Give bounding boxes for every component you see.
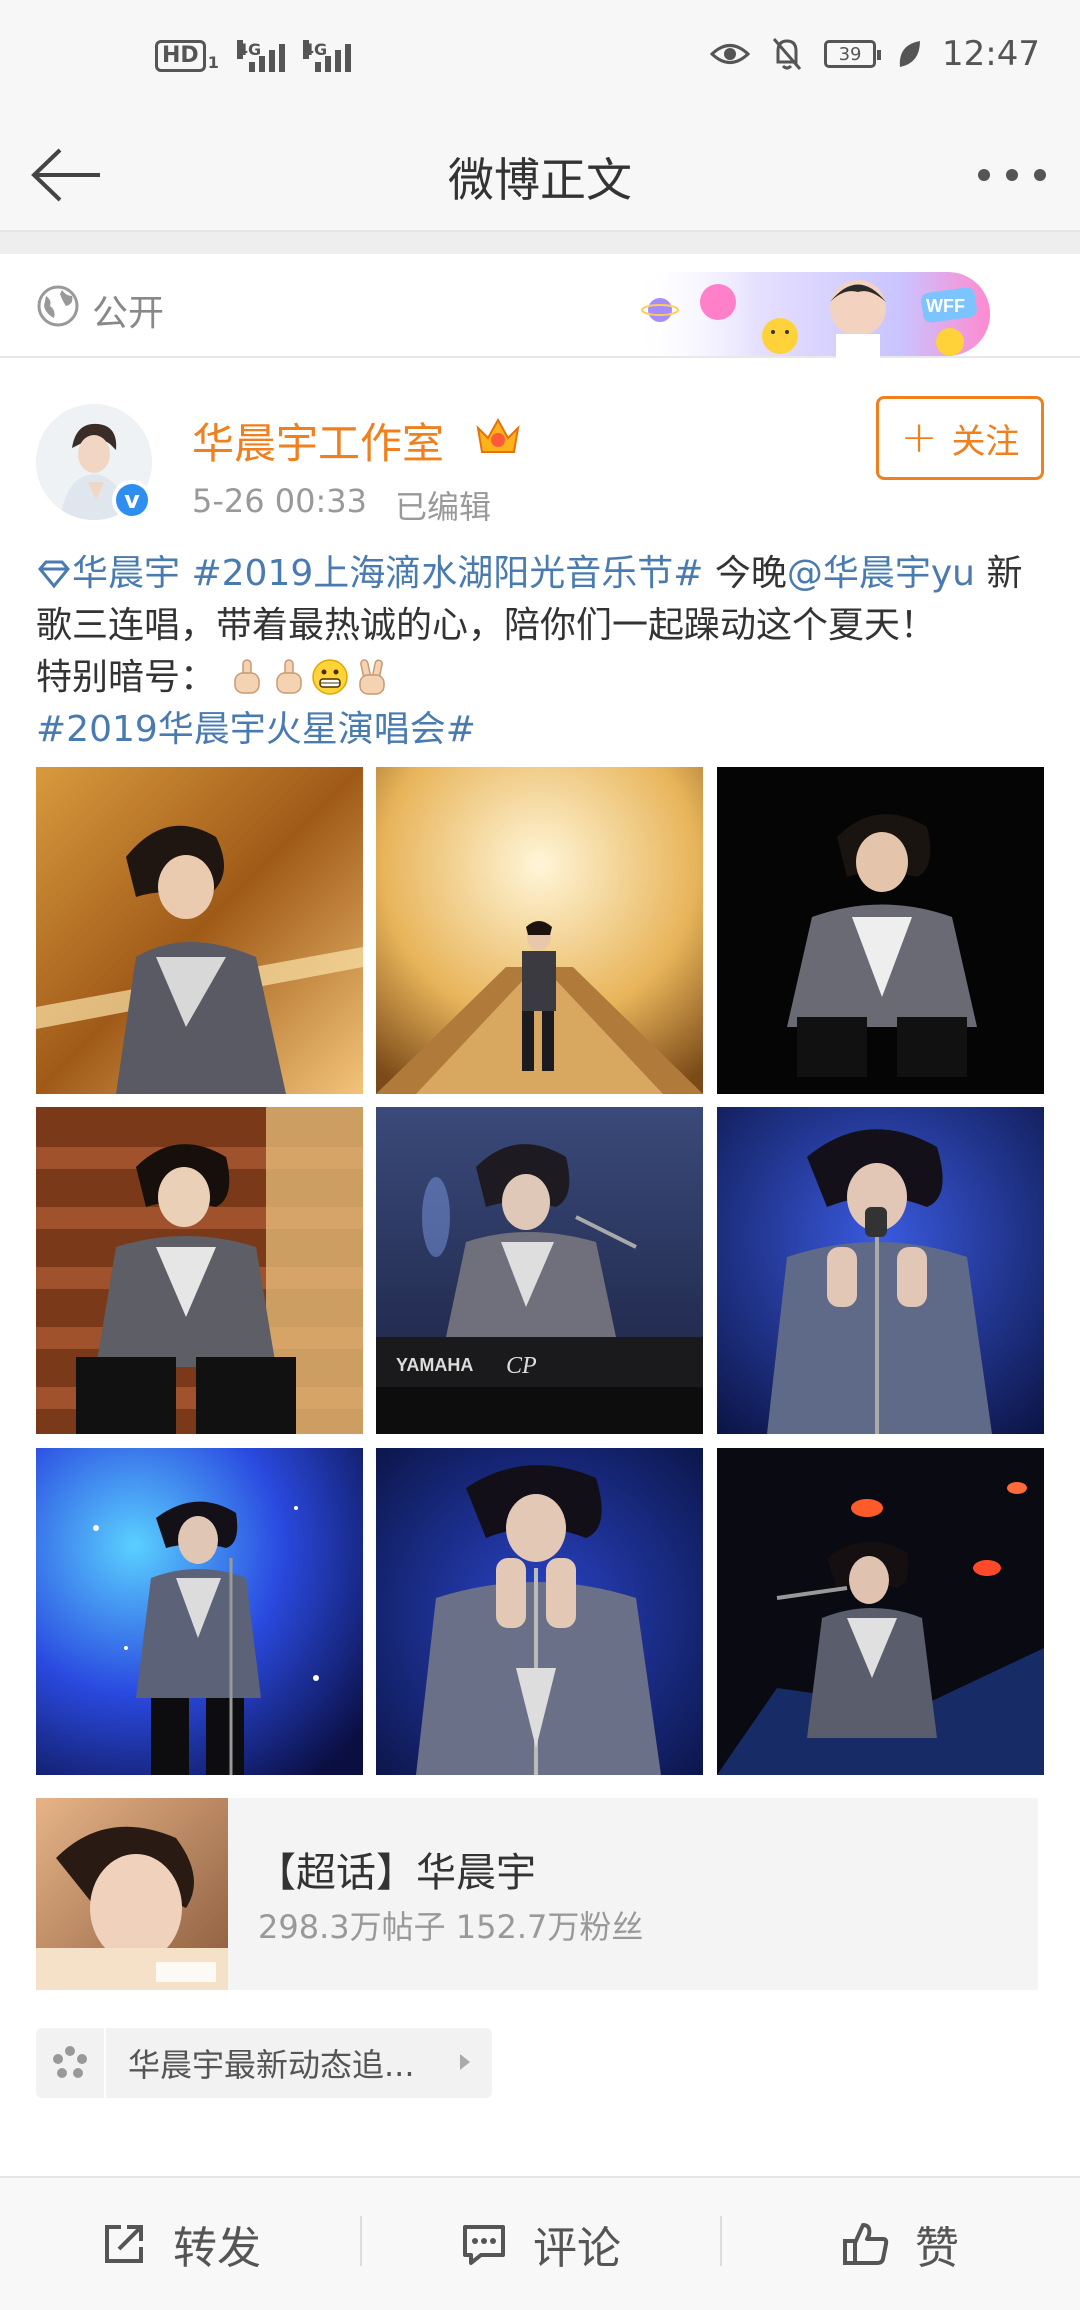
grimacing-face-emoji xyxy=(312,659,349,695)
signal-type-label: 4G xyxy=(302,40,328,59)
photo-grid: YAMAHA CP xyxy=(36,767,1044,1775)
repost-label: 转发 xyxy=(173,2223,261,2274)
post-photo[interactable] xyxy=(376,1448,703,1775)
nav-bar: 微博正文 xyxy=(0,120,1080,232)
post-photo[interactable] xyxy=(717,1107,1044,1434)
keyboard-brand: YAMAHA xyxy=(396,1355,473,1375)
follow-button[interactable]: + 关注 xyxy=(876,396,1044,480)
signal-icon: 4G xyxy=(302,40,351,72)
sim-number: 1 xyxy=(207,53,219,72)
post-photo[interactable] xyxy=(376,767,703,1094)
share-icon xyxy=(105,2225,143,2263)
verified-mark: v xyxy=(116,484,148,516)
post-photo[interactable] xyxy=(36,1448,363,1775)
verified-badge: v xyxy=(112,480,152,520)
post-time: 5-26 00:33 xyxy=(192,482,368,520)
repost-button[interactable]: 转发 xyxy=(0,2178,360,2310)
victory-hand-emoji xyxy=(359,659,386,695)
chevron-right-icon xyxy=(460,2054,470,2070)
visibility-row: 公开 WFF xyxy=(0,254,1080,358)
topic-stats: 298.3万帖子 152.7万粉丝 xyxy=(258,1908,644,1946)
plus-icon: + xyxy=(900,412,938,463)
signal-icon: 4G xyxy=(236,40,285,72)
diamond-icon xyxy=(38,560,70,589)
globe-icon xyxy=(37,285,79,327)
banner-text: WFF xyxy=(926,296,965,316)
finger-point-up-emoji xyxy=(276,659,303,694)
hashtag-link[interactable]: #2019上海滴水湖阳光音乐节# xyxy=(191,553,703,594)
super-topic-link[interactable]: 华晨宇 xyxy=(72,553,180,594)
mention-link[interactable]: @华晨宇yu xyxy=(787,553,975,594)
topic-title: 【超话】华晨宇 xyxy=(256,1850,536,1896)
post-photo[interactable]: YAMAHA CP xyxy=(376,1107,703,1434)
keyboard-model: CP xyxy=(506,1353,537,1379)
leaf-icon xyxy=(899,41,921,67)
divider xyxy=(0,232,1080,254)
comment-label: 评论 xyxy=(533,2223,621,2274)
crown-icon xyxy=(476,417,520,453)
edited-label: 已编辑 xyxy=(395,488,492,526)
sparkle-icon xyxy=(36,2028,106,2098)
more-dots-icon xyxy=(978,169,990,181)
source-chip[interactable]: 华晨宇最新动态追... xyxy=(36,2028,492,2098)
bottom-action-bar: 转发 评论 赞 xyxy=(0,2176,1080,2310)
promo-banner[interactable]: WFF xyxy=(600,262,990,358)
post-photo[interactable] xyxy=(36,767,363,1094)
post-text: 华晨宇 #2019上海滴水湖阳光音乐节# 今晚@华晨宇yu 新歌三连唱，带着最热… xyxy=(36,548,1046,756)
post-photo[interactable] xyxy=(36,1107,363,1434)
signal-type-label: 4G xyxy=(236,40,262,59)
topic-thumbnail xyxy=(36,1798,228,1990)
comment-button[interactable]: 评论 xyxy=(360,2178,720,2310)
post-text-segment: 今晚 xyxy=(703,553,787,594)
more-button[interactable] xyxy=(972,150,1052,200)
like-label: 赞 xyxy=(915,2223,959,2274)
page-title: 微博正文 xyxy=(448,153,632,207)
network-indicators: HD 1 4G 4G xyxy=(155,40,351,72)
clock: 12:47 xyxy=(942,34,1040,74)
mute-bell-icon xyxy=(772,38,802,70)
hd-badge: HD xyxy=(155,40,206,72)
eye-icon xyxy=(710,44,751,64)
finger-point-up-emoji xyxy=(234,659,261,694)
super-topic-card[interactable]: 【超话】华晨宇 298.3万帖子 152.7万粉丝 xyxy=(36,1798,1038,1990)
source-chip-label: 华晨宇最新动态追... xyxy=(128,2046,415,2084)
thumbs-up-icon xyxy=(843,2223,889,2265)
hashtag-link[interactable]: #2019华晨宇火星演唱会# xyxy=(36,709,476,750)
post-meta: 5-26 00:33 已编辑 xyxy=(192,482,491,528)
comment-icon xyxy=(463,2225,505,2265)
like-button[interactable]: 赞 xyxy=(720,2178,1080,2310)
post-photo[interactable] xyxy=(717,1448,1044,1775)
follow-label: 关注 xyxy=(951,421,1020,462)
battery-icon: 39 xyxy=(824,40,882,68)
status-bar: HD 1 4G 4G 39 12:47 xyxy=(0,0,1080,120)
visibility-label: 公开 xyxy=(92,293,165,334)
battery-level: 39 xyxy=(838,43,862,65)
author-name[interactable]: 华晨宇工作室 xyxy=(192,410,444,471)
post-text-segment: 特别暗号： xyxy=(36,657,217,698)
status-icons: 39 12:47 xyxy=(710,34,1040,74)
post-photo[interactable] xyxy=(717,767,1044,1094)
